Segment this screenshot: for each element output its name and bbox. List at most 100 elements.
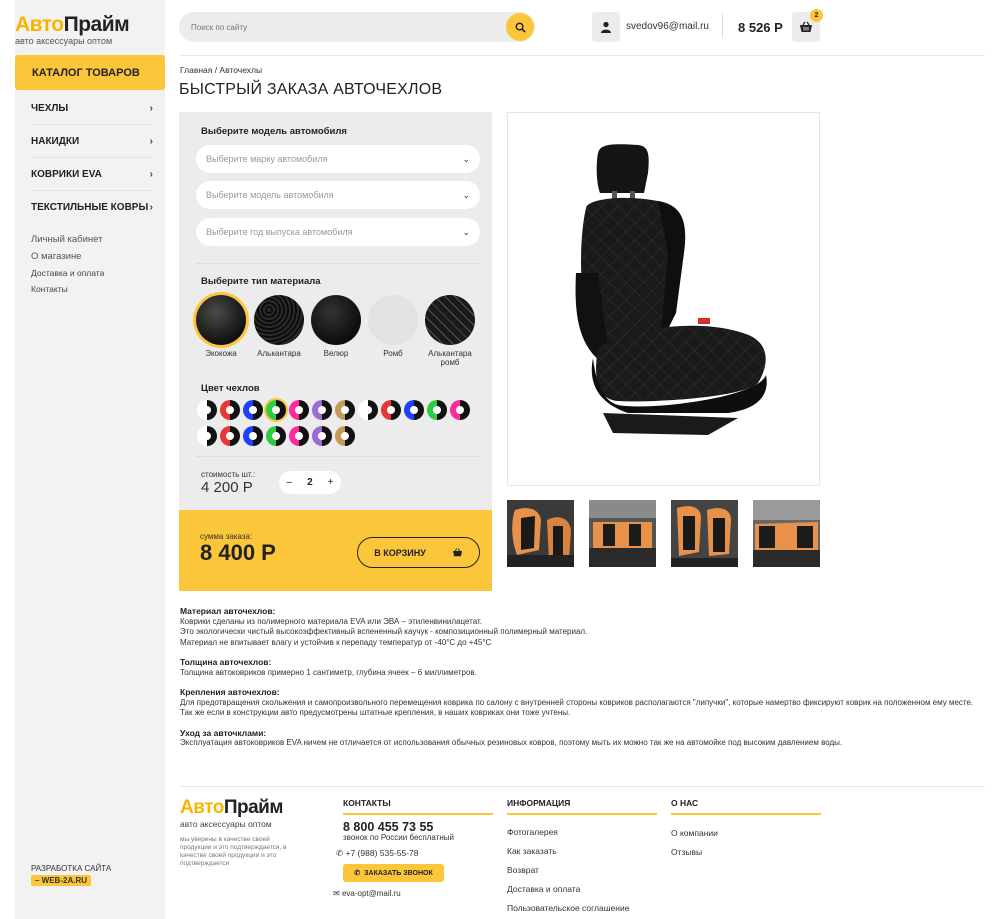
description-line: Для предотвращения скольжения и самопрои… xyxy=(180,697,974,718)
color-option[interactable] xyxy=(289,400,309,420)
footer-link-how-to-order[interactable]: Как заказать xyxy=(507,846,657,856)
description-heading: Уход за авточклами: xyxy=(180,727,267,738)
color-option[interactable] xyxy=(197,426,217,446)
color-option[interactable] xyxy=(289,426,309,446)
catalog-button[interactable]: КАТАЛОГ ТОВАРОВ xyxy=(15,55,165,90)
footer-link-delivery[interactable]: Доставка и оплата xyxy=(507,884,657,894)
color-option[interactable] xyxy=(266,426,286,446)
select-placeholder: Выберите марку автомобиля xyxy=(206,154,328,164)
request-call-label: ЗАКАЗАТЬ ЗВОНОК xyxy=(364,869,433,877)
color-option[interactable] xyxy=(243,426,263,446)
material-option-ecoleather[interactable]: Экокожа xyxy=(196,295,246,358)
color-option[interactable] xyxy=(266,400,286,420)
material-swatch xyxy=(368,295,418,345)
material-option-alcantara[interactable]: Алькантара xyxy=(254,295,304,358)
material-option-alcantara-rhombus[interactable]: Алькантара ромб xyxy=(425,295,475,367)
developer-credit[interactable]: РАЗРАБОТКА САЙТА – WEB-2A.RU xyxy=(31,864,111,886)
footer-divider xyxy=(179,786,985,787)
select-placeholder: Выберите год выпуска автомобиля xyxy=(206,227,353,237)
link-delivery[interactable]: Доставка и оплата xyxy=(31,268,104,278)
color-option[interactable] xyxy=(404,400,424,420)
sidebar-item-eva-mats[interactable]: КОВРИКИ EVA › xyxy=(31,158,153,191)
thumbnail-2[interactable] xyxy=(589,500,656,567)
increment-button[interactable]: + xyxy=(328,477,334,488)
developer-badge: – WEB-2A.RU xyxy=(31,875,92,886)
color-option[interactable] xyxy=(335,400,355,420)
chevron-right-icon: › xyxy=(149,168,153,180)
product-image[interactable] xyxy=(507,112,820,486)
footer-link-return[interactable]: Возврат xyxy=(507,865,657,875)
model-select[interactable]: Выберите модель автомобиля ⌄ xyxy=(196,181,480,209)
chevron-down-icon: ⌄ xyxy=(462,153,470,164)
footer-logo[interactable]: АвтоПрайм авто аксессуары оптом xyxy=(180,797,283,829)
chevron-right-icon: › xyxy=(149,202,153,213)
year-select[interactable]: Выберите год выпуска автомобиля ⌄ xyxy=(196,218,480,246)
sidebar-item-capes[interactable]: НАКИДКИ › xyxy=(31,125,153,158)
phone-number[interactable]: 8 800 455 73 55 xyxy=(343,820,433,834)
material-option-rhombus[interactable]: Ромб xyxy=(368,295,418,358)
sidebar-menu: ЧЕХЛЫ › НАКИДКИ › КОВРИКИ EVA › ТЕКСТИЛЬНЫЕ… xyxy=(31,92,153,224)
phone-secondary[interactable]: ✆ +7 (988) 535-55-78 xyxy=(336,848,419,859)
user-icon xyxy=(601,21,611,33)
thumbnail-4[interactable] xyxy=(753,500,820,567)
material-swatch xyxy=(425,295,475,345)
material-option-velour[interactable]: Велюр xyxy=(311,295,361,358)
chevron-down-icon: ⌄ xyxy=(462,189,470,200)
decrement-button[interactable]: – xyxy=(287,477,293,488)
sidebar-item-label: КОВРИКИ EVA xyxy=(31,168,102,180)
brand-select[interactable]: Выберите марку автомобиля ⌄ xyxy=(196,145,480,173)
sidebar-item-covers[interactable]: ЧЕХЛЫ › xyxy=(31,92,153,125)
sidebar-item-label: ТЕКСТИЛЬНЫЕ КОВРЫ xyxy=(31,202,149,213)
footer-email[interactable]: ✉ eva-opt@mail.ru xyxy=(333,889,401,898)
quantity-value[interactable]: 2 xyxy=(307,477,313,488)
description-text: Эксплуатация автоковриков EVA ничем не о… xyxy=(180,738,980,749)
car-seat-image xyxy=(575,144,767,435)
color-option[interactable] xyxy=(335,426,355,446)
thumbnail-image xyxy=(671,500,738,567)
sidebar-item-textile-mats[interactable]: ТЕКСТИЛЬНЫЕ КОВРЫ › xyxy=(31,191,153,224)
description-heading: Материал авточехлов: xyxy=(180,606,276,616)
color-option[interactable] xyxy=(243,400,263,420)
footer-contacts: КОНТАКТЫ xyxy=(343,798,493,815)
material-label-text: Алькантара xyxy=(257,349,301,358)
search-button[interactable] xyxy=(506,13,534,41)
color-option[interactable] xyxy=(312,426,332,446)
material-swatch xyxy=(196,295,246,345)
link-about[interactable]: О магазине xyxy=(31,251,104,262)
add-to-cart-button[interactable]: В КОРЗИНУ xyxy=(357,537,480,568)
thumbnail-1[interactable] xyxy=(507,500,574,567)
color-option[interactable] xyxy=(427,400,447,420)
color-option[interactable] xyxy=(220,426,240,446)
developer-label: РАЗРАБОТКА САЙТА xyxy=(31,864,112,873)
cart-button[interactable]: 2 xyxy=(792,9,823,42)
footer-link-company[interactable]: О компании xyxy=(671,828,821,838)
color-option[interactable] xyxy=(381,400,401,420)
user-button[interactable] xyxy=(592,12,620,42)
link-contacts[interactable]: Контакты xyxy=(31,284,104,294)
color-option[interactable] xyxy=(450,400,470,420)
color-option[interactable] xyxy=(197,400,217,420)
chevron-right-icon: › xyxy=(149,102,153,114)
color-option[interactable] xyxy=(220,400,240,420)
color-option[interactable] xyxy=(358,400,378,420)
color-option[interactable] xyxy=(312,400,332,420)
user-email[interactable]: svedov96@mail.ru xyxy=(626,21,709,32)
material-label: Выберите тип материала xyxy=(201,276,321,287)
breadcrumb[interactable]: Главная / Авточехлы xyxy=(180,65,262,75)
description-line: Коврики сделаны из полимерного материала… xyxy=(180,616,483,626)
search-input[interactable] xyxy=(191,12,491,42)
thumbnail-3[interactable] xyxy=(671,500,738,567)
link-account[interactable]: Личный кабинет xyxy=(31,234,104,245)
material-label-text: Велюр xyxy=(323,349,349,358)
footer-link-gallery[interactable]: Фотогалерея xyxy=(507,827,657,837)
phone-secondary-number: +7 (988) 535-55-78 xyxy=(345,848,419,858)
logo[interactable]: АвтоПрайм авто аксессуары оптом xyxy=(15,14,130,47)
footer-link-agreement[interactable]: Пользовательское соглашение xyxy=(507,903,657,913)
material-label-text: Алькантара ромб xyxy=(428,349,472,367)
phone-note: звонок по России бесплатный xyxy=(343,833,454,842)
footer-link-reviews[interactable]: Отзывы xyxy=(671,847,821,857)
description-text: Для предотвращения скольжения и самопрои… xyxy=(180,698,980,719)
footer-about: О НАС О компании Отзывы xyxy=(671,798,821,857)
request-call-button[interactable]: ✆ ЗАКАЗАТЬ ЗВОНОК xyxy=(343,864,444,882)
description-heading: Толщина авточехлов: xyxy=(180,657,272,667)
